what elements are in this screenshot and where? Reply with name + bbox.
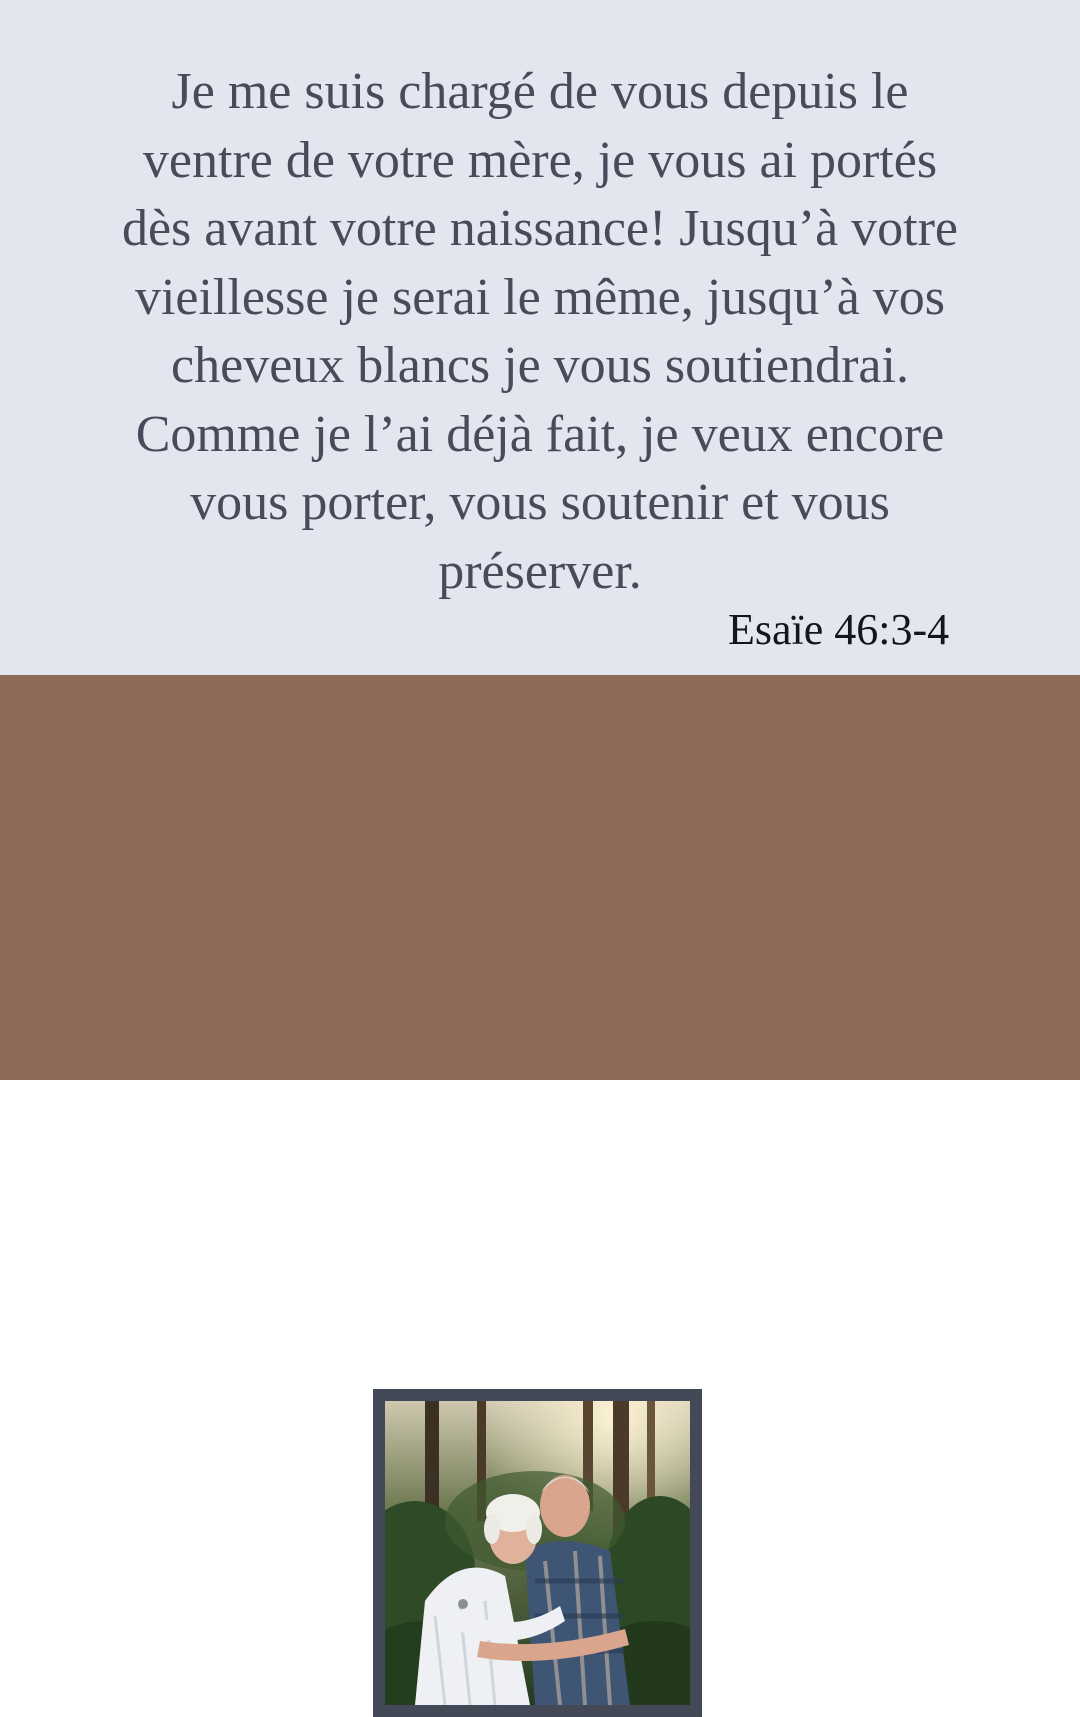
verse-line: vieillesse je serai le même, jusqu’à vos bbox=[134, 268, 946, 326]
verse-line: vous porter, vous soutenir et vous bbox=[190, 474, 890, 531]
verse-text: Je me suis chargé de vous depuis le vent… bbox=[80, 58, 1000, 606]
verse-line: Comme je l’ai déjà fait, je veux encore bbox=[135, 405, 945, 463]
photo-frame bbox=[373, 1389, 702, 1717]
elderly-couple-photo bbox=[385, 1401, 690, 1705]
verse-line: Je me suis chargé de vous depuis le bbox=[171, 63, 909, 120]
verse-line: dès avant votre naissance! Jusqu’à votre bbox=[121, 200, 959, 257]
verse-line: cheveux blancs je vous soutiendrai. bbox=[171, 337, 909, 394]
photo-panel bbox=[0, 675, 1080, 1717]
verse-reference: Esaïe 46:3-4 bbox=[728, 605, 950, 654]
verse-line: ventre de votre mère, je vous ai portés bbox=[142, 131, 938, 189]
verse-panel: Je me suis chargé de vous depuis le vent… bbox=[0, 0, 1080, 675]
verse-line: préserver. bbox=[438, 542, 642, 600]
